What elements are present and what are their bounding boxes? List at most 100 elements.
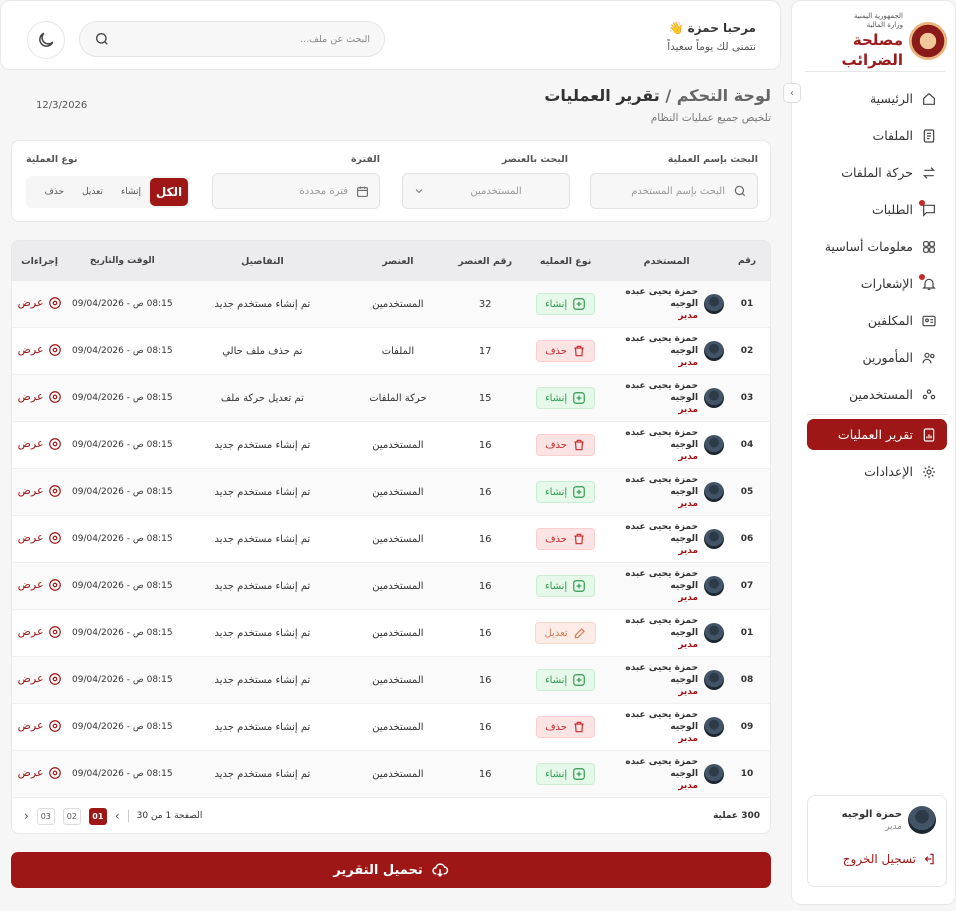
collapse-sidebar-button[interactable]: ‹ (783, 83, 801, 103)
view-button[interactable]: عرض (18, 766, 62, 780)
row-element: المستخدمين (372, 298, 424, 310)
row-user-name: حمزة يحيى عبده الوجيه (625, 428, 699, 450)
home-icon (921, 91, 937, 107)
logo-small-top: الجمهورية اليمنية (853, 12, 903, 20)
row-actions: عرض (12, 719, 67, 736)
greeting-subtitle: نتمنى لك يوماً سعيداً (667, 41, 756, 53)
sidebar-item-8[interactable]: المستخدمين (807, 379, 947, 410)
row-time: 08:15 ص - 09/04/2026 (72, 675, 173, 685)
op-badge: حذف (536, 528, 595, 550)
row-time: 08:15 ص - 09/04/2026 (72, 722, 173, 732)
row-time: 08:15 ص - 09/04/2026 (72, 487, 173, 497)
row-details: تم إنشاء مستخدم جديد (214, 768, 311, 780)
prev-page-button[interactable]: › (115, 809, 120, 823)
view-button[interactable]: عرض (18, 578, 62, 592)
page-button-1[interactable]: 01 (88, 807, 107, 825)
view-button[interactable]: عرض (18, 531, 62, 545)
period-placeholder: فترة محددة (299, 185, 349, 197)
row-op-type: إنشاء (522, 387, 609, 409)
filter-all-button[interactable]: الكل (150, 178, 188, 206)
theme-toggle-button[interactable] (27, 21, 65, 59)
filter-delete-button[interactable]: حذف (35, 178, 73, 206)
next-page-button[interactable]: ‹ (24, 809, 29, 823)
row-user: حمزة يحيى عبده الوجيه مدير (609, 756, 725, 792)
op-label: تعديل (544, 627, 568, 639)
op-name-search-input[interactable]: البحث بإسم المستخدم (590, 173, 758, 209)
calendar-icon (357, 186, 368, 197)
sidebar-item-7[interactable]: المأمورين (807, 342, 947, 373)
sidebar-item-10[interactable]: الإعدادات (807, 456, 947, 487)
user-name: حمزة الوجيه (841, 808, 902, 820)
row-num: 04 (740, 440, 754, 450)
element-select[interactable]: المستخدمين (402, 173, 570, 209)
download-report-button[interactable]: تحميل التقرير (11, 852, 771, 888)
logout-button[interactable]: تسجيل الخروج (818, 852, 936, 866)
page-button-2[interactable]: 02 (62, 807, 81, 825)
op-badge: إنشاء (535, 481, 596, 503)
sidebar-item-4[interactable]: معلومات أساسية (807, 231, 947, 262)
sidebar-item-2[interactable]: حركة الملفات (807, 157, 947, 188)
op-label: إنشاء (544, 486, 568, 498)
view-button[interactable]: عرض (18, 343, 62, 357)
sidebar-item-0[interactable]: الرئيسية (807, 83, 947, 114)
table-row: 09 حمزة يحيى عبده الوجيه مدير حذف 16 المستخدم… (12, 704, 770, 751)
search-input[interactable]: البحث عن ملف... (79, 21, 385, 57)
view-button[interactable]: عرض (18, 484, 62, 498)
plus-square-icon (573, 674, 586, 686)
op-label: حذف (545, 345, 567, 357)
view-label: عرض (17, 578, 44, 591)
row-time: 08:15 ص - 09/04/2026 (72, 346, 173, 356)
view-button[interactable]: عرض (18, 672, 62, 686)
row-user: حمزة يحيى عبده الوجيه مدير (609, 521, 725, 557)
avatar (704, 717, 725, 737)
row-op-type: حذف (522, 340, 609, 362)
op-label: حذف (545, 439, 567, 451)
sidebar-item-5[interactable]: الإشعارات (807, 268, 947, 299)
eye-icon (48, 437, 61, 450)
row-time: 08:15 ص - 09/04/2026 (72, 440, 173, 450)
view-label: عرض (17, 625, 44, 638)
row-time: 08:15 ص - 09/04/2026 (72, 628, 173, 638)
row-time: 08:15 ص - 09/04/2026 (72, 534, 173, 544)
sidebar-item-label: المستخدمين (848, 387, 913, 402)
user-role: مدير (884, 821, 902, 832)
avatar (908, 806, 936, 834)
filter-edit-button[interactable]: تعديل (73, 178, 112, 206)
row-details: تم حذف ملف حالي (222, 345, 303, 357)
row-user-name: حمزة يحيى عبده الوجيه (625, 616, 699, 638)
sidebar-item-9[interactable]: تقرير العمليات (807, 419, 947, 450)
op-label: حذف (545, 533, 567, 545)
row-element-no: 16 (478, 580, 492, 592)
breadcrumb-parent[interactable]: لوحة التحكم (677, 86, 771, 105)
row-user-role: مدير (678, 546, 699, 556)
logout-label: تسجيل الخروج (842, 852, 916, 866)
gear-icon (921, 464, 937, 480)
row-user-name: حمزة يحيى عبده الوجيه (625, 334, 699, 356)
row-user-name: حمزة يحيى عبده الوجيه (625, 522, 699, 544)
row-user-name: حمزة يحيى عبده الوجيه (625, 757, 699, 779)
eye-icon (48, 672, 61, 685)
period-filter-label: الفترة (350, 154, 380, 165)
table-row: 10 حمزة يحيى عبده الوجيه مدير إنشاء 16 المستخ… (12, 751, 770, 798)
row-element: المستخدمين (372, 768, 424, 780)
filters-panel: البحث بإسم العملية البحث بإسم المستخدم ا… (11, 140, 771, 222)
view-button[interactable]: عرض (18, 719, 62, 733)
sidebar-item-6[interactable]: المكلفين (807, 305, 947, 336)
page-button-3[interactable]: 03 (36, 807, 55, 825)
view-button[interactable]: عرض (18, 390, 62, 404)
avatar (704, 623, 725, 643)
plus-square-icon (573, 298, 586, 310)
view-button[interactable]: عرض (18, 625, 62, 639)
sidebar-item-1[interactable]: الملفات (807, 120, 947, 151)
row-op-type: إنشاء (522, 575, 609, 597)
sidebar-item-label: الملفات (872, 128, 913, 143)
avatar (704, 341, 725, 361)
sidebar-item-3[interactable]: الطلبات (807, 194, 947, 225)
view-button[interactable]: عرض (18, 437, 62, 451)
filter-create-button[interactable]: إنشاء (112, 178, 150, 206)
period-input[interactable]: فترة محددة (212, 173, 380, 209)
view-button[interactable]: عرض (18, 296, 62, 310)
search-icon (734, 185, 746, 197)
row-user-role: مدير (678, 781, 699, 791)
row-user: حمزة يحيى عبده الوجيه مدير (609, 568, 725, 604)
